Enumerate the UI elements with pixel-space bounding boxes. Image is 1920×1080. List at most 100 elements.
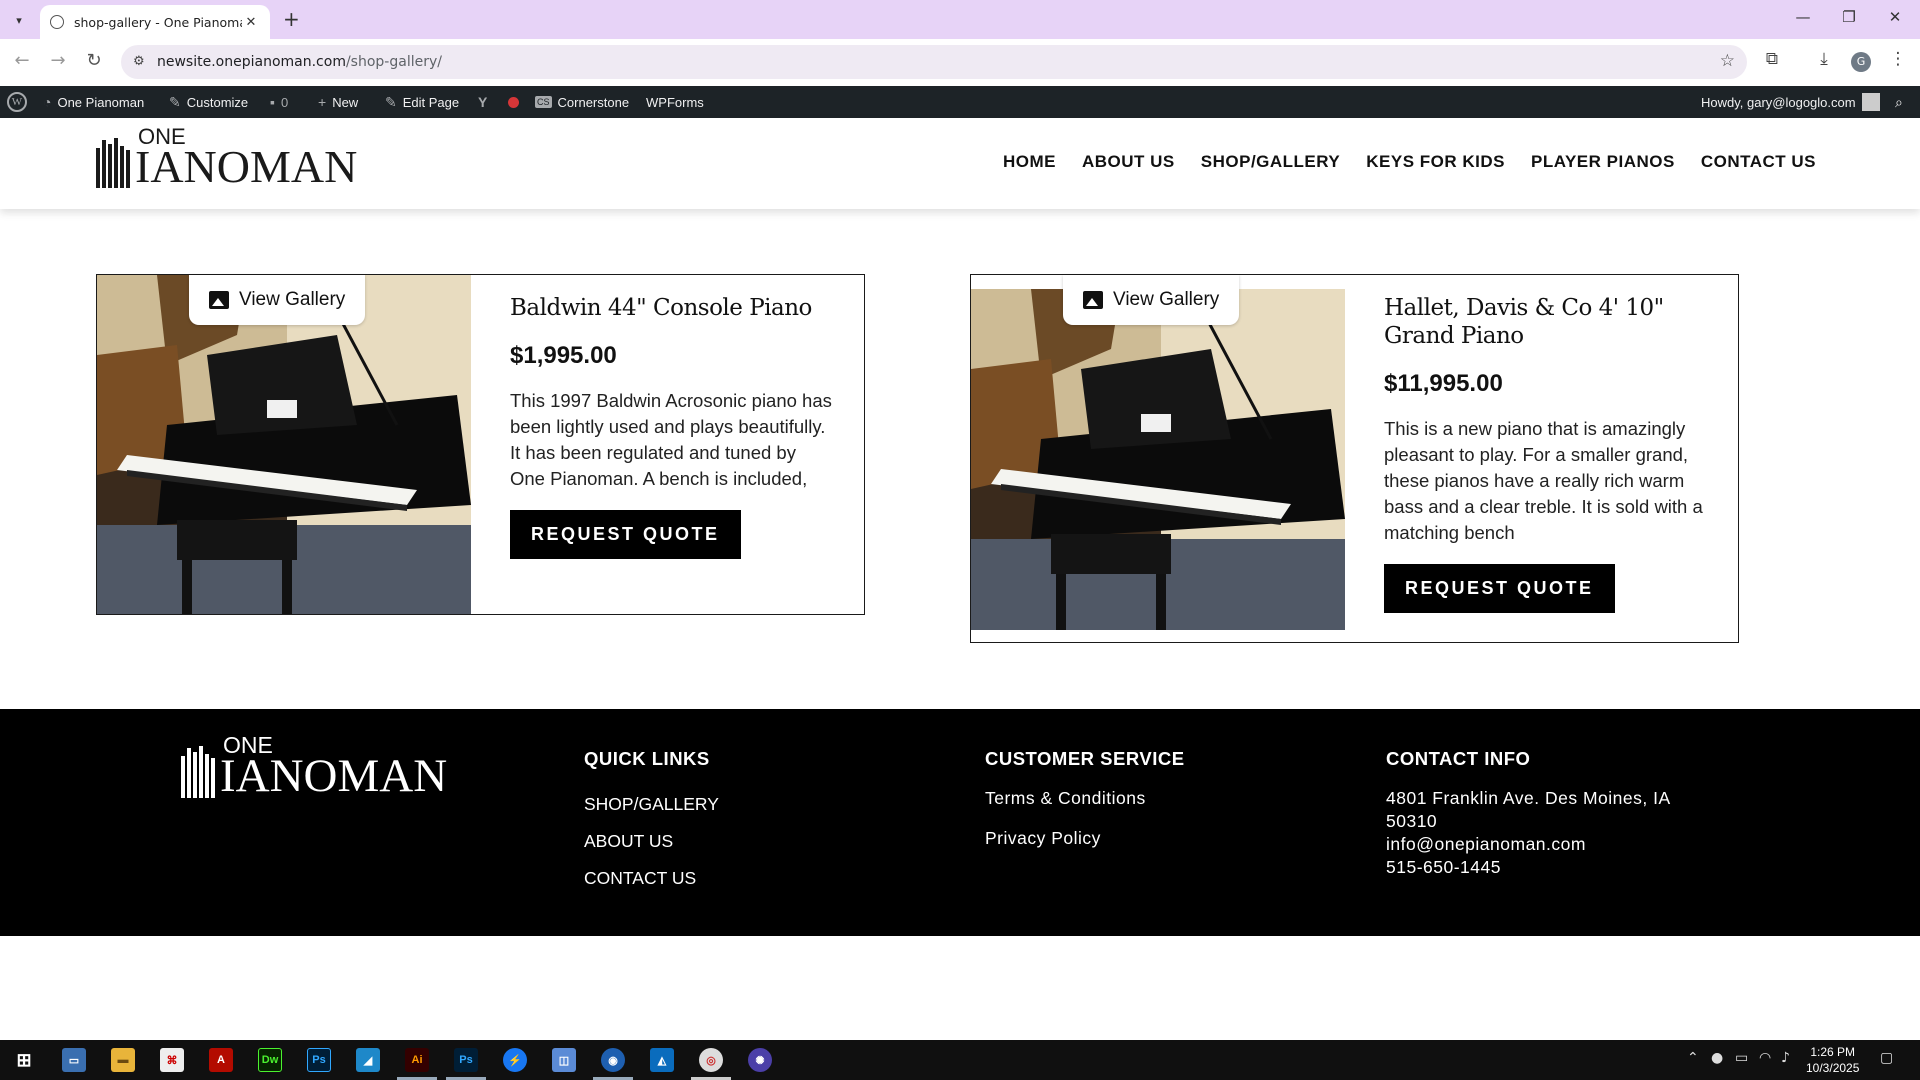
app-icon[interactable]: ◉ [601, 1048, 625, 1072]
back-icon[interactable]: ← [9, 50, 35, 71]
windows-start-icon[interactable]: ⊞ [12, 1048, 36, 1072]
admin-wpforms[interactable]: WPForms [646, 86, 704, 118]
bookmark-star-icon[interactable]: ☆ [1720, 51, 1735, 71]
dreamweaver-icon[interactable]: Dw [258, 1048, 282, 1072]
piano-keys-logo-mark [96, 138, 132, 188]
dashboard-icon: ◔ [43, 94, 52, 110]
admin-new[interactable]: + New [318, 86, 358, 118]
product-card: View Gallery Hallet, Davis & Co 4' 10" G… [970, 274, 1739, 643]
close-window-icon[interactable]: ✕ [1880, 8, 1910, 26]
request-quote-button[interactable]: REQUEST QUOTE [1384, 564, 1615, 613]
site-header: ONE IANOMAN HOME ABOUT US SHOP/GALLERY K… [0, 118, 1920, 209]
photoshop-icon[interactable]: Ps [454, 1048, 478, 1072]
clock-date: 10/3/2025 [1806, 1061, 1860, 1075]
browser-tab-strip: ▾ shop-gallery - One Pianoman ✕ + — ❐ ✕ [0, 0, 1920, 39]
product-info: Hallet, Davis & Co 4' 10" Grand Piano $1… [1384, 275, 1708, 613]
app-icon[interactable]: ◭ [650, 1048, 674, 1072]
admin-edit-page[interactable]: ✎ Edit Page [385, 86, 459, 118]
nav-about-us[interactable]: ABOUT US [1082, 152, 1175, 172]
reload-icon[interactable]: ↻ [81, 50, 107, 71]
app-icon[interactable]: ✺ [748, 1048, 772, 1072]
nav-home[interactable]: HOME [1003, 152, 1056, 172]
new-tab-icon[interactable]: + [283, 7, 300, 31]
address-bar[interactable]: ⚙ newsite.onepianoman.com/shop-gallery/ … [121, 45, 1747, 79]
tab-search-icon[interactable]: ▾ [9, 10, 29, 30]
forward-icon[interactable]: → [45, 50, 71, 71]
network-icon[interactable]: ◠ [1759, 1050, 1771, 1066]
file-explorer-icon[interactable]: ▬ [111, 1048, 135, 1072]
admin-customize[interactable]: ✎ Customize [169, 86, 248, 118]
logo-text-top: ONE [138, 124, 186, 149]
contact-phone[interactable]: 515-650-1445 [1386, 856, 1696, 879]
extensions-icon[interactable]: ⧉ [1759, 49, 1785, 69]
product-price: $1,995.00 [510, 342, 617, 369]
contact-info-heading: CONTACT INFO [1386, 748, 1531, 769]
footer-link-shop-gallery[interactable]: SHOP/GALLERY [584, 794, 719, 815]
view-gallery-button[interactable]: View Gallery [1063, 275, 1240, 325]
footer-link-terms[interactable]: Terms & Conditions [985, 788, 1146, 809]
messenger-icon[interactable]: ⚡ [503, 1048, 527, 1072]
tray-chevron-icon[interactable]: ⌃ [1687, 1050, 1699, 1066]
app-icon[interactable]: ◢ [356, 1048, 380, 1072]
user-avatar [1861, 93, 1880, 111]
wordpress-logo-icon[interactable]: W [7, 86, 27, 118]
nav-shop-gallery[interactable]: SHOP/GALLERY [1201, 152, 1341, 172]
computer-icon[interactable]: ▭ [62, 1048, 86, 1072]
admin-site-name[interactable]: ◔ One Pianoman [43, 86, 144, 118]
view-gallery-label: View Gallery [1113, 289, 1220, 310]
download-icon[interactable]: ⤓ [1811, 49, 1837, 69]
product-price: $11,995.00 [1384, 370, 1503, 397]
clock-time: 1:26 PM [1810, 1045, 1856, 1059]
pencil-icon: ✎ [385, 93, 397, 110]
close-tab-icon[interactable]: ✕ [242, 15, 260, 30]
seo-status-dot [508, 86, 519, 118]
brush-icon: ✎ [169, 93, 181, 110]
site-logo[interactable]: ONE IANOMAN [96, 126, 357, 190]
contact-email[interactable]: info@onepianoman.com [1386, 833, 1696, 856]
admin-cornerstone[interactable]: CS Cornerstone [535, 86, 629, 118]
nav-keys-for-kids[interactable]: KEYS FOR KIDS [1366, 152, 1505, 172]
app-icon[interactable]: ◫ [552, 1048, 576, 1072]
battery-icon[interactable]: ▭ [1735, 1050, 1748, 1066]
piano-keys-logo-mark [181, 746, 217, 798]
admin-comments[interactable]: ▪ 0 [270, 86, 288, 118]
comment-icon: ▪ [270, 94, 275, 110]
footer-link-about-us[interactable]: ABOUT US [584, 831, 673, 852]
nav-player-pianos[interactable]: PLAYER PIANOS [1531, 152, 1675, 172]
tab-title: shop-gallery - One Pianoman [74, 14, 242, 30]
admin-account[interactable]: Howdy, gary@logoglo.com [1701, 86, 1880, 118]
contact-info: 4801 Franklin Ave. Des Moines, IA 50310 … [1386, 787, 1696, 879]
yoast-icon[interactable]: Y [478, 86, 493, 118]
photoshop-icon[interactable]: Ps [307, 1048, 331, 1072]
illustrator-icon[interactable]: Ai [405, 1048, 429, 1072]
footer-logo[interactable]: ONE IANOMAN [181, 734, 447, 800]
request-quote-button[interactable]: REQUEST QUOTE [510, 510, 741, 559]
clock[interactable]: 1:26 PM 10/3/2025 [1806, 1044, 1859, 1076]
browser-menu-icon[interactable]: ⋮ [1885, 49, 1911, 69]
product-image[interactable] [97, 275, 471, 614]
acrobat-icon[interactable]: A [209, 1048, 233, 1072]
image-icon [1083, 291, 1103, 309]
view-gallery-button[interactable]: View Gallery [189, 275, 366, 325]
footer-link-privacy[interactable]: Privacy Policy [985, 828, 1101, 849]
footer-link-contact-us[interactable]: CONTACT US [584, 868, 696, 889]
minimize-icon[interactable]: — [1788, 8, 1818, 26]
product-image[interactable] [971, 275, 1345, 642]
product-title: Baldwin 44" Console Piano [510, 295, 812, 321]
site-info-icon[interactable]: ⚙ [133, 54, 145, 69]
url-text: newsite.onepianoman.com/shop-gallery/ [157, 54, 442, 70]
contact-address: 4801 Franklin Ave. Des Moines, IA 50310 [1386, 788, 1670, 831]
browser-tab[interactable]: shop-gallery - One Pianoman ✕ [40, 5, 270, 39]
nav-contact-us[interactable]: CONTACT US [1701, 152, 1816, 172]
pdf-document-icon[interactable]: ⌘ [160, 1048, 184, 1072]
chrome-icon[interactable]: ◎ [699, 1048, 723, 1072]
notifications-icon[interactable]: ▢ [1880, 1050, 1893, 1066]
volume-icon[interactable]: ♪ [1781, 1050, 1790, 1066]
restore-icon[interactable]: ❐ [1834, 8, 1864, 26]
profile-avatar[interactable]: G [1851, 52, 1871, 72]
main-navigation: HOME ABOUT US SHOP/GALLERY KEYS FOR KIDS… [977, 152, 1816, 172]
product-card: View Gallery Baldwin 44" Console Piano $… [96, 274, 865, 615]
microphone-icon[interactable]: ● [1711, 1050, 1723, 1066]
cornerstone-icon: CS [535, 96, 552, 108]
admin-search-icon[interactable]: ⌕ [1895, 86, 1909, 118]
